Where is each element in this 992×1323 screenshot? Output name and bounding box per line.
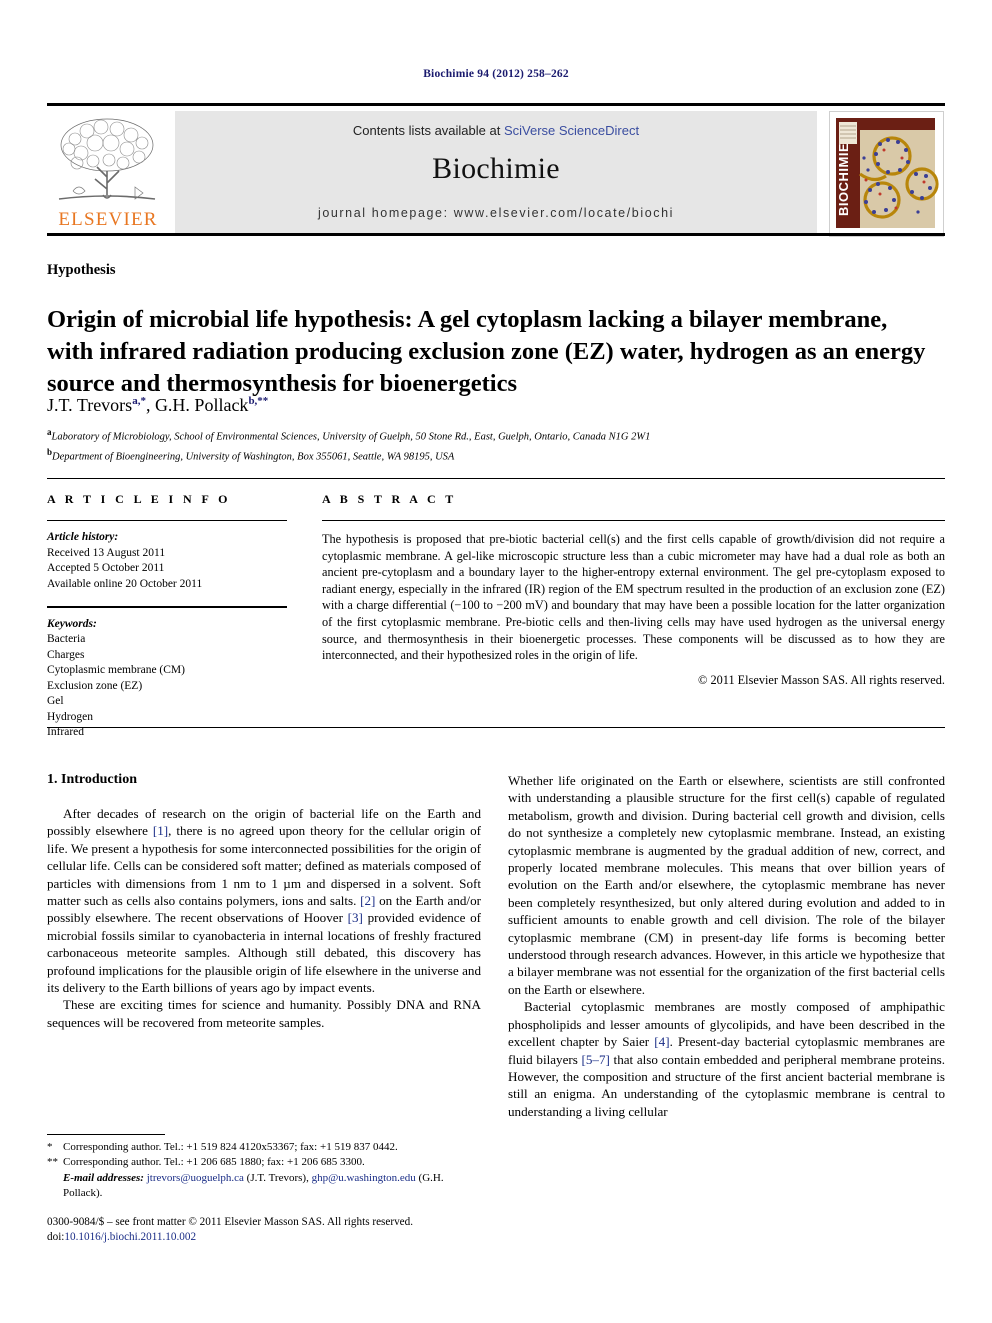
keyword-item: Bacteria (47, 633, 86, 646)
article-history: Article history: Received 13 August 2011… (47, 530, 287, 592)
affiliation-item: bDepartment of Bioengineering, Universit… (47, 445, 927, 465)
journal-title: Biochimie (432, 152, 560, 185)
affiliation-text: Laboratory of Microbiology, School of En… (51, 431, 651, 443)
elsevier-wordmark: ELSEVIER (58, 209, 158, 230)
info-bottom-rule (47, 727, 945, 728)
affiliation-list: aLaboratory of Microbiology, School of E… (47, 425, 927, 465)
article-info-rule (47, 520, 287, 521)
keyword-item: Charges (47, 648, 85, 661)
email-link-pollack[interactable]: ghp@u.washington.edu (312, 1172, 416, 1184)
cover-art: BIOCHIMIE (830, 112, 941, 234)
running-head: Biochimie 94 (2012) 258–262 (423, 68, 569, 80)
abstract-heading: A B S T R A C T (322, 492, 457, 506)
article-type: Hypothesis (47, 262, 116, 278)
citation-reference[interactable]: [4] (654, 1034, 669, 1049)
issn-copyright-line: 0300-9084/$ – see front matter © 2011 El… (47, 1216, 414, 1228)
affiliation-item: aLaboratory of Microbiology, School of E… (47, 425, 927, 445)
author-marks: b,** (248, 395, 269, 407)
abstract-copyright: © 2011 Elsevier Masson SAS. All rights r… (698, 672, 945, 687)
paragraph-text: Whether life originated on the Earth or … (508, 773, 945, 997)
keyword-item: Exclusion zone (EZ) (47, 679, 143, 692)
article-info-column: A R T I C L E I N F O Article history: R… (47, 492, 287, 741)
corresponding-author-1: * Corresponding author. Tel.: +1 519 824 … (47, 1140, 481, 1155)
citation-reference[interactable]: [5–7] (582, 1052, 610, 1067)
author-name: J.T. Trevors (47, 395, 133, 415)
author-marks: a,* (132, 395, 146, 407)
keyword-item: Gel (47, 695, 64, 708)
body-column-right: Whether life originated on the Earth or … (508, 772, 945, 1120)
footnote-mark: ** (47, 1156, 58, 1169)
journal-homepage[interactable]: journal homepage: www.elsevier.com/locat… (175, 206, 817, 220)
contents-band: Contents lists available at SciVerse Sci… (175, 111, 817, 233)
footer-legal: 0300-9084/$ – see front matter © 2011 El… (47, 1215, 507, 1245)
masthead-top-rule (47, 103, 945, 106)
info-top-rule (47, 478, 945, 479)
section-heading-introduction: 1. Introduction (47, 772, 137, 787)
abstract-rule (322, 520, 945, 521)
page-title: Origin of microbial life hypothesis: A g… (47, 306, 926, 398)
doi-line: doi:10.1016/j.biochi.2011.10.002 (47, 1230, 507, 1245)
history-item: Available online 20 October 2011 (47, 577, 203, 590)
left-paragraphs: After decades of research on the origin … (47, 805, 481, 1031)
keyword-item: Hydrogen (47, 710, 93, 723)
body-paragraph: Whether life originated on the Earth or … (508, 772, 945, 998)
corresponding-author-1-text: Corresponding author. Tel.: +1 519 824 4… (63, 1141, 398, 1153)
body-paragraph: These are exciting times for science and… (47, 996, 481, 1031)
masthead-bottom-rule (47, 233, 945, 236)
keywords-block: Keywords: Bacteria Charges Cytoplasmic m… (47, 617, 287, 741)
journal-cover-thumbnail: BIOCHIMIE (829, 111, 944, 237)
corresponding-author-2-text: Corresponding author. Tel.: +1 206 685 1… (63, 1156, 365, 1169)
keywords-rule (47, 606, 287, 608)
contents-available-line: Contents lists available at SciVerse Sci… (175, 123, 817, 138)
author-name: G.H. Pollack (154, 395, 249, 415)
doi-link[interactable]: 10.1016/j.biochi.2011.10.002 (64, 1231, 196, 1243)
body-paragraph: After decades of research on the origin … (47, 805, 481, 996)
abstract-text: The hypothesis is proposed that pre-biot… (322, 532, 945, 663)
footnote-block: * Corresponding author. Tel.: +1 519 824 … (47, 1140, 481, 1202)
email-label: E-mail addresses: (63, 1171, 144, 1184)
right-paragraphs: Whether life originated on the Earth or … (508, 772, 945, 1120)
email-owner-trevors: (J.T. Trevors) (246, 1171, 307, 1184)
citation-reference[interactable]: [3] (348, 910, 363, 925)
paper-page: Biochimie 94 (2012) 258–262 ELSEVIER Con… (0, 0, 992, 1323)
citation-reference[interactable]: [1] (153, 823, 168, 838)
elsevier-logo: ELSEVIER (49, 113, 167, 233)
body-column-left: 1. Introduction After decades of researc… (47, 772, 481, 1031)
article-history-label: Article history: (47, 531, 119, 543)
corresponding-author-2: ** Corresponding author. Tel.: +1 206 685… (47, 1155, 481, 1170)
email-link-trevors[interactable]: jtrevors@uoguelph.ca (147, 1172, 244, 1184)
keyword-item: Cytoplasmic membrane (CM) (47, 664, 185, 677)
abstract-column: A B S T R A C T The hypothesis is propos… (322, 492, 945, 688)
email-addresses: E-mail addresses: jtrevors@uoguelph.ca (… (63, 1171, 444, 1200)
journal-masthead: ELSEVIER Contents lists available at Sci… (47, 103, 945, 237)
footnote-mark: * (47, 1141, 53, 1153)
body-paragraph: Bacterial cytoplasmic membranes are most… (508, 998, 945, 1120)
elsevier-tree-icon (58, 118, 156, 200)
contents-prefix: Contents lists available at (352, 123, 504, 138)
history-item: Accepted 5 October 2011 (47, 562, 165, 574)
cover-spine-title: BIOCHIMIE (836, 143, 851, 216)
article-info-heading: A R T I C L E I N F O (47, 492, 231, 506)
paragraph-text: These are exciting times for science and… (47, 997, 481, 1030)
sciencedirect-link[interactable]: SciVerse ScienceDirect (504, 123, 639, 138)
citation-reference[interactable]: [2] (360, 893, 375, 908)
keywords-label: Keywords: (47, 617, 97, 630)
author-list: J.T. Trevorsa,*, G.H. Pollackb,** (47, 395, 269, 415)
footnote-rule (47, 1134, 165, 1135)
affiliation-text: Department of Bioengineering, University… (52, 451, 455, 463)
doi-label: doi: (47, 1231, 65, 1243)
history-item: Received 13 August 2011 (47, 546, 166, 559)
